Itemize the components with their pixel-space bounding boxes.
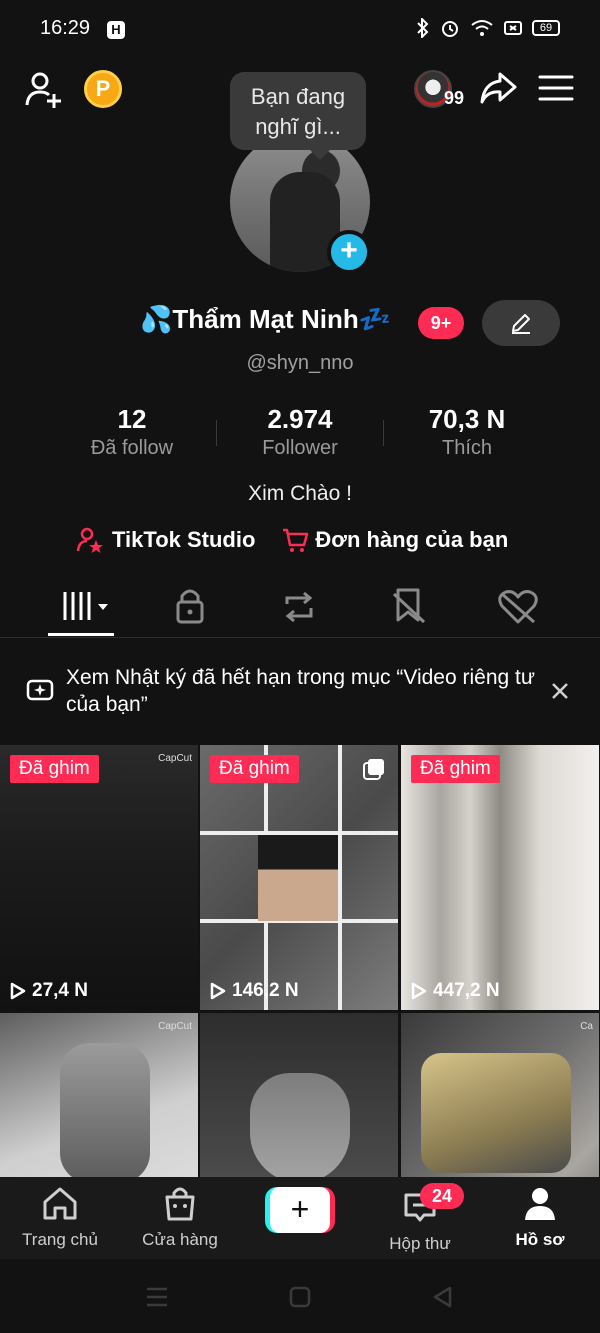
status-bar: 16:29 H 69 (0, 0, 600, 60)
video-tile[interactable]: CapCut Đã ghim 27,4 N (0, 745, 198, 1010)
pinned-badge: Đã ghim (210, 755, 299, 783)
view-count: 27,4 N (10, 980, 88, 1002)
clock: 16:29 (40, 17, 91, 39)
profile-stats: 12 Đã follow 2.974 Follower 70,3 N Thích (0, 404, 600, 464)
anime-portrait-thumbnail (250, 1073, 350, 1183)
nav-profile[interactable]: Hồ sơ (480, 1185, 600, 1250)
likes-count: 70,3 N (428, 404, 506, 434)
display-name: 💦Thẩm Mạt Ninh💤 (140, 304, 392, 334)
home-system-icon[interactable] (289, 1286, 311, 1308)
nav-shop[interactable]: Cửa hàng (120, 1185, 240, 1250)
view-count: 146,2 N (210, 980, 299, 1002)
capcut-watermark: CapCut (158, 1021, 192, 1032)
hand-thumbnail (60, 1043, 150, 1183)
play-icon (210, 982, 226, 1000)
home-icon (43, 1187, 77, 1220)
share-icon[interactable] (478, 68, 518, 108)
tooltip-line-2: nghĩ gì... (255, 114, 341, 139)
nav-home-label: Trang chủ (22, 1230, 98, 1249)
pinned-badge: Đã ghim (411, 755, 500, 783)
profile-links: TikTok Studio Đơn hàng của bạn (76, 524, 508, 556)
status-tooltip[interactable]: Bạn đang nghĩ gì... (230, 72, 366, 160)
play-icon (10, 982, 26, 1000)
close-icon[interactable] (550, 681, 570, 701)
alarm-icon (442, 21, 458, 37)
wifi-icon (471, 20, 493, 36)
add-friend-icon[interactable] (24, 70, 64, 110)
add-story-button[interactable]: + (327, 230, 371, 274)
grid-tab-icon[interactable] (52, 584, 112, 628)
system-navigation-bar (0, 1259, 600, 1333)
menu-icon[interactable] (538, 74, 574, 102)
inbox-badge: 24 (420, 1183, 464, 1209)
play-icon (411, 982, 427, 1000)
battery-icon: 69 (532, 20, 560, 36)
recent-apps-icon[interactable] (145, 1286, 169, 1308)
view-count-text: 27,4 N (32, 980, 88, 1001)
sparkle-frame-icon (26, 679, 54, 701)
followers-count: 2.974 (267, 404, 333, 434)
creator-star-icon (76, 527, 103, 553)
expired-diary-notice[interactable]: Xem Nhật ký đã hết hạn trong mục “Video … (0, 660, 600, 726)
bookmark-hidden-icon[interactable] (380, 584, 440, 628)
video-tile[interactable]: Đã ghim 447,2 N (401, 745, 599, 1010)
nav-shop-label: Cửa hàng (142, 1230, 218, 1249)
friend-count: 99 (444, 88, 465, 108)
tiktok-studio-link[interactable]: TikTok Studio (112, 527, 255, 553)
likes-stat[interactable]: 70,3 N Thích (377, 404, 557, 460)
coin-icon[interactable]: P (84, 70, 122, 108)
edit-profile-button[interactable] (482, 300, 560, 346)
likes-label: Thích (441, 437, 493, 459)
video-tile[interactable]: Đã ghim 146,2 N (200, 745, 398, 1010)
capcut-watermark: CapCut (158, 753, 192, 764)
lock-icon[interactable] (160, 584, 220, 628)
following-stat[interactable]: 12 Đã follow (42, 404, 222, 460)
bottom-navigation: Trang chủ Cửa hàng + Hộp thư 24 Hồ sơ (0, 1177, 600, 1259)
back-icon[interactable] (431, 1285, 453, 1309)
pencil-icon (512, 314, 530, 334)
orders-link[interactable]: Đơn hàng của bạn (315, 527, 508, 553)
profile-icon (525, 1188, 555, 1220)
repost-icon[interactable] (269, 584, 329, 628)
app-notification-icon: H (107, 21, 125, 39)
pinned-badge: Đã ghim (10, 755, 99, 783)
tooltip-line-1: Bạn đang (250, 84, 346, 109)
profile-bio: Xim Chào ! (248, 482, 352, 505)
plus-icon: + (270, 1187, 330, 1233)
liked-hidden-icon[interactable] (488, 584, 548, 628)
anime-crying-thumbnail (421, 1053, 571, 1173)
status-icons: 69 (416, 18, 560, 38)
followers-label: Follower (262, 437, 338, 459)
multi-image-icon (363, 759, 384, 780)
nav-inbox-label: Hộp thư (389, 1234, 451, 1253)
following-label: Đã follow (90, 437, 174, 459)
nav-profile-label: Hồ sơ (515, 1230, 565, 1249)
cart-icon (283, 528, 309, 552)
create-button[interactable]: + (265, 1187, 335, 1233)
content-tabs (0, 578, 600, 638)
followers-stat[interactable]: 2.974 Follower (210, 404, 390, 460)
view-count-text: 146,2 N (232, 980, 299, 1001)
nav-home[interactable]: Trang chủ (0, 1185, 120, 1250)
video-grid: CapCut Đã ghim 27,4 N Đã ghim 146,2 N Đã… (0, 745, 600, 1278)
shopping-bag-icon (165, 1187, 195, 1221)
capcut-watermark: Ca (580, 1021, 593, 1032)
name-badge[interactable]: 9+ (418, 307, 464, 339)
anime-face-thumbnail (258, 835, 338, 921)
view-count-text: 447,2 N (433, 980, 500, 1001)
username-handle: @shyn_nno (246, 352, 354, 374)
active-tab-indicator (48, 633, 114, 636)
following-count: 12 (117, 404, 147, 434)
bluetooth-icon (417, 18, 429, 38)
notice-text: Xem Nhật ký đã hết hạn trong mục “Video … (66, 666, 535, 716)
view-count: 447,2 N (411, 980, 500, 1002)
cast-icon (504, 21, 522, 35)
